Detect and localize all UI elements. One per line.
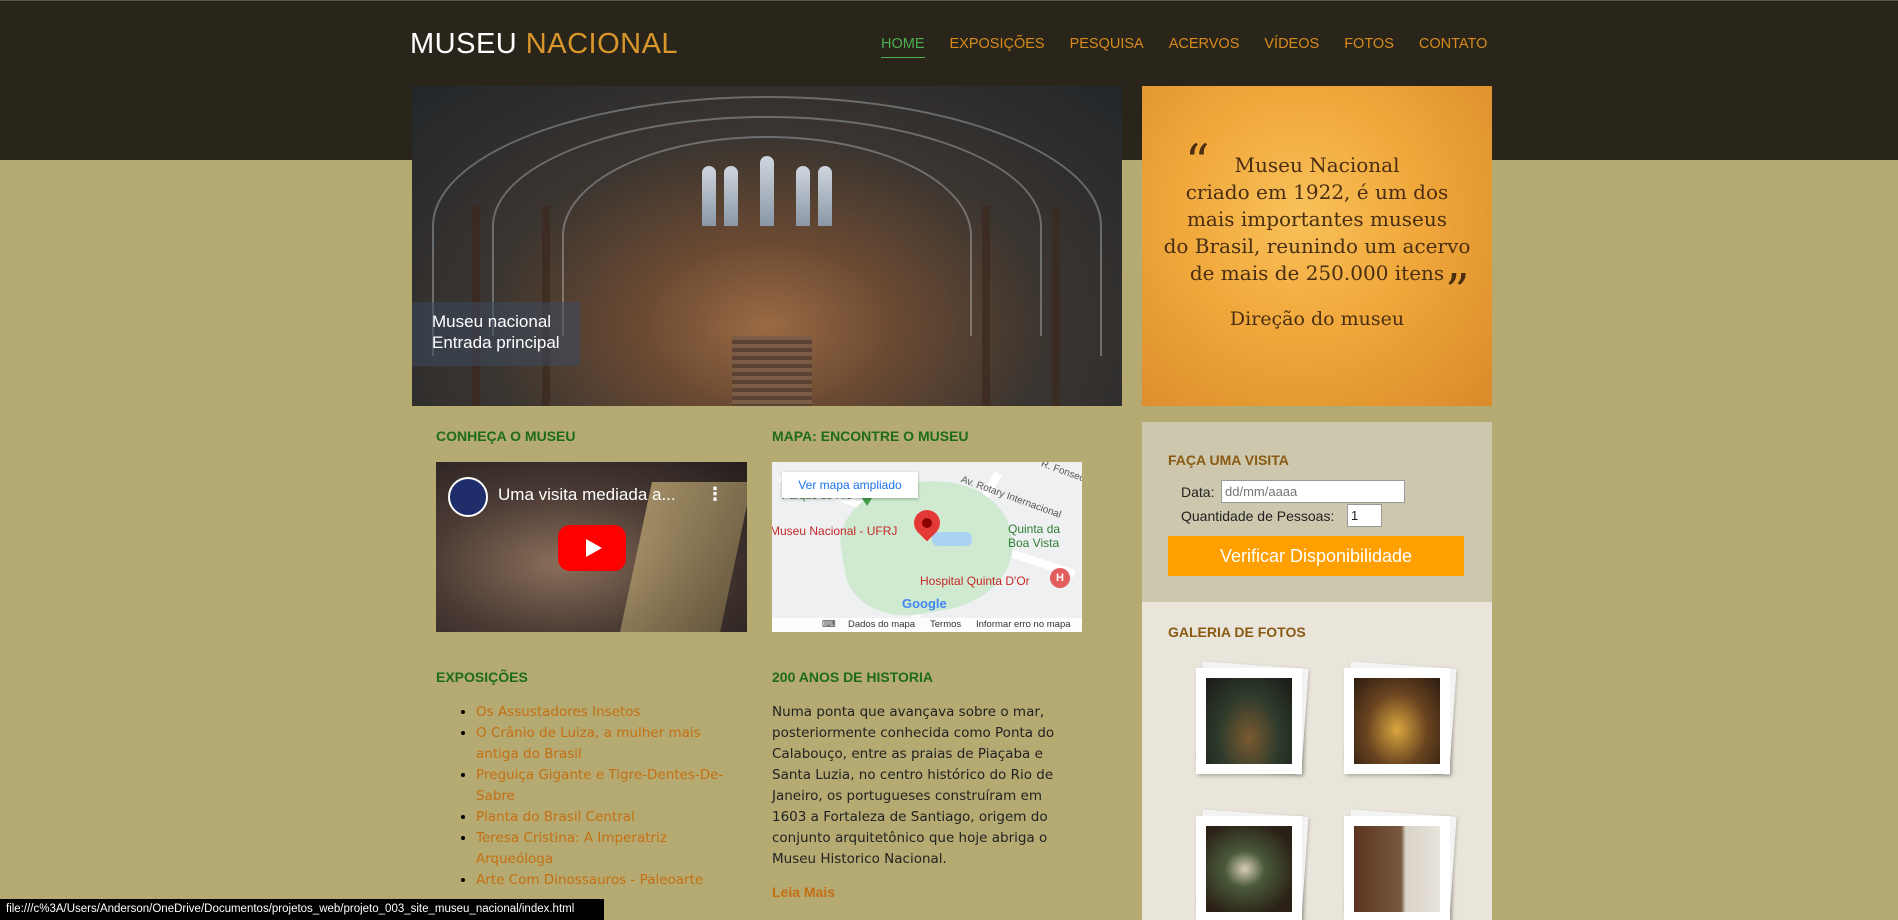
exhibition-link[interactable]: O Crânio de Luiza, a mulher mais antiga … [476, 725, 701, 762]
list-item: Arte Com Dinossauros - Paleoarte [476, 870, 736, 891]
hero-stairs [732, 336, 812, 406]
hero-window [702, 166, 716, 226]
hero-column [1052, 206, 1060, 406]
quote-line: do Brasil, reunindo um acervo [1163, 234, 1471, 258]
list-item: O Crânio de Luiza, a mulher mais antiga … [476, 723, 736, 765]
nav-pesquisa[interactable]: PESQUISA [1070, 36, 1144, 58]
photo-frame [1344, 668, 1450, 774]
map-label-museu: Museu Nacional - UFRJ [772, 524, 898, 538]
hero-window [724, 166, 738, 226]
map-label-quinta-1: Quinta da [1008, 522, 1061, 536]
quote-text: Museu Nacional criado em 1922, é um dos … [1162, 152, 1472, 287]
exhibition-link[interactable]: Arte Com Dinossauros - Paleoarte [476, 872, 703, 888]
logo-word-2: NACIONAL [525, 28, 679, 60]
hero-window [760, 156, 774, 226]
video-title[interactable]: Uma visita mediada a... [498, 485, 676, 505]
map-terms-link[interactable]: Termos [930, 619, 961, 630]
photo-image [1206, 678, 1292, 764]
site-logo[interactable]: MUSEU NACIONAL [410, 28, 678, 61]
map-street-label: R. Fonsec [1039, 462, 1082, 485]
quote-line: criado em 1922, é um dos [1185, 180, 1449, 204]
exhibitions-list: Os Assustadores Insetos O Crânio de Luiz… [436, 702, 736, 891]
main-nav: HOME EXPOSIÇÕES PESQUISA ACERVOS VÍDEOS … [881, 36, 1487, 58]
gallery-photo[interactable] [1195, 809, 1309, 920]
date-input[interactable] [1221, 480, 1405, 503]
quote-line: de mais de 250.000 itens [1189, 261, 1445, 285]
list-item: Teresa Cristina: A Imperatriz Arqueóloga [476, 828, 736, 870]
gallery-photo[interactable] [1343, 809, 1457, 920]
map-footer: ⌨ Dados do mapa Termos Informar erro no … [772, 618, 1082, 632]
people-label: Quantidade de Pessoas: [1181, 508, 1335, 524]
hero-column [982, 206, 990, 406]
exposicoes-title: EXPOSIÇÕES [436, 669, 528, 685]
more-options-icon[interactable]: ⋮ [706, 484, 724, 505]
quote-line: mais importantes museus [1186, 207, 1448, 231]
map-label-hospital: Hospital Quinta D'Or [920, 574, 1030, 588]
exhibition-link[interactable]: Planta do Brasil Central [476, 809, 635, 825]
gallery-photo[interactable] [1343, 661, 1457, 775]
nav-exposicoes[interactable]: EXPOSIÇÕES [950, 36, 1045, 58]
exhibition-link[interactable]: Teresa Cristina: A Imperatriz Arqueóloga [476, 830, 667, 867]
map-report-link[interactable]: Informar erro no mapa [976, 619, 1071, 630]
list-item: Preguiça Gigante e Tigre-Dentes-De-Sabre [476, 765, 736, 807]
hero-window [818, 166, 832, 226]
photo-frame [1344, 816, 1450, 920]
gallery-title: GALERIA DE FOTOS [1168, 624, 1306, 640]
nav-contato[interactable]: CONTATO [1419, 36, 1487, 58]
map-water [932, 532, 972, 546]
google-map-embed[interactable]: Av. Rotary Internacional R. Fonsec Parqu… [772, 462, 1082, 632]
history-text: Numa ponta que avançava sobre o mar, pos… [772, 704, 1055, 867]
read-more-link[interactable]: Leia Mais [772, 884, 835, 900]
photo-frame [1196, 816, 1302, 920]
list-item: Os Assustadores Insetos [476, 702, 736, 723]
google-logo: Google [902, 596, 947, 611]
people-input[interactable] [1347, 504, 1382, 527]
nav-videos[interactable]: VÍDEOS [1264, 36, 1319, 58]
quote-line: Museu Nacional [1234, 153, 1400, 177]
hospital-marker-icon[interactable]: H [1050, 568, 1070, 588]
exhibition-link[interactable]: Preguiça Gigante e Tigre-Dentes-De-Sabre [476, 767, 723, 804]
hero-image: Museu nacional Entrada principal [412, 86, 1122, 406]
status-bar-url: file:///c%3A/Users/Anderson/OneDrive/Doc… [0, 899, 604, 920]
youtube-embed[interactable]: Uma visita mediada a... ⋮ [436, 462, 747, 632]
keyboard-icon[interactable]: ⌨ [822, 619, 836, 630]
nav-acervos[interactable]: ACERVOS [1169, 36, 1240, 58]
hero-caption: Museu nacional Entrada principal [412, 302, 580, 366]
list-item: Planta do Brasil Central [476, 807, 736, 828]
visit-form: FAÇA UMA VISITA Data: Quantidade de Pess… [1142, 422, 1492, 602]
mapa-title: MAPA: ENCONTRE O MUSEU [772, 428, 969, 444]
hero-window [796, 166, 810, 226]
quote-box: “ Museu Nacional criado em 1922, é um do… [1142, 86, 1492, 406]
logo-word-1: MUSEU [410, 28, 518, 60]
check-availability-button[interactable]: Verificar Disponibilidade [1168, 536, 1464, 576]
photo-frame [1196, 668, 1302, 774]
map-data-link[interactable]: Dados do mapa [848, 619, 915, 630]
date-label: Data: [1181, 484, 1215, 500]
historia-title: 200 ANOS DE HISTORIA [772, 669, 934, 685]
view-larger-map-button[interactable]: Ver mapa ampliado [782, 472, 918, 498]
nav-fotos[interactable]: FOTOS [1344, 36, 1394, 58]
photo-image [1354, 826, 1440, 912]
hero-caption-line2: Entrada principal [432, 333, 560, 352]
channel-avatar[interactable] [448, 477, 488, 517]
hero-caption-line1: Museu nacional [432, 312, 552, 331]
conheca-title: CONHEÇA O MUSEU [436, 428, 576, 444]
photo-image [1206, 826, 1292, 912]
visit-title: FAÇA UMA VISITA [1168, 452, 1289, 468]
gallery-photo[interactable] [1195, 661, 1309, 775]
quote-signature: Direção do museu [1229, 308, 1405, 330]
nav-home[interactable]: HOME [881, 36, 925, 58]
photo-image [1354, 678, 1440, 764]
map-label-quinta-2: Boa Vista [1008, 536, 1060, 550]
youtube-play-icon[interactable] [558, 525, 626, 571]
photo-gallery: GALERIA DE FOTOS [1142, 602, 1492, 920]
exhibition-link[interactable]: Os Assustadores Insetos [476, 704, 641, 720]
